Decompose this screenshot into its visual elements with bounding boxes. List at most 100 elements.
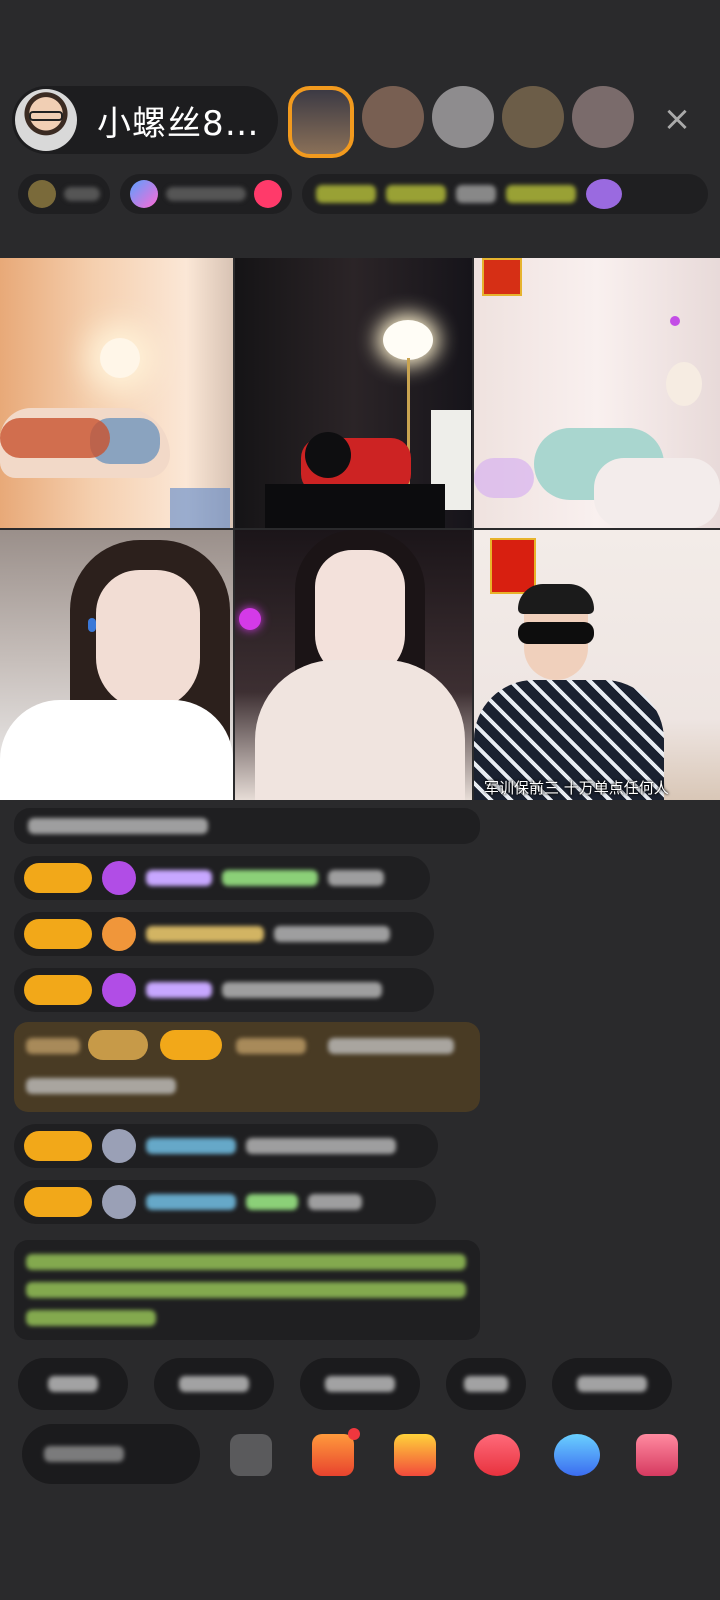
blurred-tag: [456, 185, 496, 203]
quick-reply-button[interactable]: [552, 1358, 672, 1410]
host-name: 小螺丝8…: [97, 103, 260, 144]
notification-dot: [348, 1428, 360, 1440]
announcement-message: [14, 1240, 480, 1340]
level-badge: [24, 863, 92, 893]
tile-caption: 军训保前三 十万单点任何人: [484, 779, 669, 797]
quick-reply-button[interactable]: [18, 1358, 128, 1410]
message-text: [274, 926, 390, 942]
effect-glow: [474, 458, 534, 498]
level-badge: [24, 1187, 92, 1217]
video-grid: 军训保前三 十万单点任何人: [0, 258, 720, 800]
emoji-icon[interactable]: [230, 1434, 272, 1476]
shop-icon[interactable]: [312, 1428, 360, 1476]
viewer-avatar[interactable]: [362, 86, 424, 148]
video-tile-6[interactable]: 军训保前三 十万单点任何人: [474, 530, 720, 800]
performer-hair: [0, 418, 110, 458]
blurred-text: [166, 187, 246, 201]
share-icon[interactable]: [554, 1434, 600, 1476]
blurred-text: [44, 1446, 124, 1462]
message-text: [246, 1138, 396, 1154]
chat-input[interactable]: [22, 1424, 200, 1484]
viewer-avatar[interactable]: [288, 86, 354, 158]
gift-message[interactable]: [14, 1022, 480, 1112]
glasses-shape: [29, 111, 63, 121]
gift-icon[interactable]: [394, 1434, 436, 1476]
blurred-text: [28, 818, 208, 834]
user-name: [146, 1194, 236, 1210]
background-object: [170, 488, 230, 528]
viewer-avatar[interactable]: [432, 86, 494, 148]
rank-icon: [28, 180, 56, 208]
tag-bar[interactable]: [302, 174, 708, 214]
ranking-chip[interactable]: [18, 174, 110, 214]
fan-badge: [88, 1030, 148, 1060]
user-name: [236, 1038, 306, 1054]
blurred-text: [48, 1376, 98, 1392]
video-tile-1[interactable]: [0, 258, 233, 528]
user-avatar: [102, 917, 136, 951]
poster-decoration: [490, 538, 536, 594]
performer-face: [96, 570, 200, 710]
quick-reply-button[interactable]: [446, 1358, 526, 1410]
system-message: [14, 808, 480, 844]
blurred-tag: [386, 185, 446, 203]
chat-message[interactable]: [14, 1124, 438, 1168]
user-avatar: [102, 1129, 136, 1163]
blurred-text: [464, 1376, 508, 1392]
more-icon[interactable]: [636, 1434, 678, 1476]
blurred-text: [325, 1376, 395, 1392]
sunglasses: [518, 622, 594, 644]
message-text: [26, 1078, 176, 1094]
room-info-row: [18, 170, 708, 218]
performer-figure: [594, 458, 720, 528]
blurred-tag: [316, 185, 376, 203]
viewer-avatar[interactable]: [572, 86, 634, 148]
user-name: [146, 982, 212, 998]
live-icon: [254, 180, 282, 208]
blurred-text: [222, 870, 318, 886]
video-tile-2[interactable]: [235, 258, 472, 528]
level-badge: [24, 919, 92, 949]
user-name: [146, 870, 212, 886]
message-text: [222, 982, 382, 998]
blurred-text: [246, 1194, 298, 1210]
chat-message[interactable]: [14, 856, 430, 900]
performer-shirt: [0, 700, 233, 800]
level-badge: [24, 975, 92, 1005]
video-tile-5[interactable]: [235, 530, 472, 800]
blurred-text: [179, 1376, 249, 1392]
popularity-icon: [130, 180, 158, 208]
chat-message[interactable]: [14, 1180, 436, 1224]
message-text: [328, 1038, 454, 1054]
performer-body: [255, 660, 465, 800]
chat-message[interactable]: [14, 968, 434, 1012]
user-avatar: [102, 973, 136, 1007]
more-icon[interactable]: [586, 179, 622, 209]
blurred-text: [26, 1282, 466, 1298]
viewer-avatar-list: [288, 86, 634, 158]
blurred-text: [26, 1038, 80, 1054]
close-icon[interactable]: ×: [660, 102, 694, 136]
blurred-text: [26, 1254, 466, 1270]
message-text: [308, 1194, 362, 1210]
video-tile-4[interactable]: [0, 530, 233, 800]
quick-reply-button[interactable]: [300, 1358, 420, 1410]
quick-reply-button[interactable]: [154, 1358, 274, 1410]
host-avatar[interactable]: [15, 89, 77, 151]
level-badge: [24, 1131, 92, 1161]
video-tile-3[interactable]: [474, 258, 720, 528]
message-text: [328, 870, 384, 886]
user-name: [146, 926, 264, 942]
performer-hair: [305, 432, 351, 478]
user-name: [146, 1138, 236, 1154]
host-info[interactable]: 小螺丝8…: [12, 86, 278, 154]
popularity-chip[interactable]: [120, 174, 292, 214]
like-icon[interactable]: [474, 1434, 520, 1476]
performer-hair: [518, 584, 594, 614]
viewer-avatar[interactable]: [502, 86, 564, 148]
chat-message[interactable]: [14, 912, 434, 956]
lamp-shade: [383, 320, 433, 360]
lamp-glow: [100, 338, 140, 378]
blurred-text: [26, 1310, 156, 1326]
user-avatar: [102, 861, 136, 895]
